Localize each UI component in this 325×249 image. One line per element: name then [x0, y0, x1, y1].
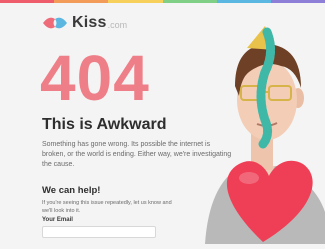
error-title: This is Awkward [42, 116, 167, 133]
topbar-segment [162, 0, 217, 3]
topbar-segment [0, 0, 55, 3]
help-heading: We can help! [42, 185, 101, 196]
topbar-segment [216, 0, 271, 3]
rainbow-top-bar [0, 0, 325, 3]
balloon-highlight [239, 172, 259, 184]
topbar-segment [54, 0, 109, 3]
brand-name: Kiss [72, 14, 107, 31]
topbar-segment [108, 0, 163, 3]
brand-tld: .com [107, 20, 128, 30]
brand-logo[interactable]: Kiss .com [42, 14, 127, 32]
kiss-logo-icon [42, 15, 68, 31]
topbar-segment [270, 0, 325, 3]
error-code: 404 [40, 42, 150, 114]
email-label: Your Email [42, 217, 73, 223]
email-input[interactable] [42, 226, 156, 238]
help-text: If you're seeing this issue repeatedly, … [42, 200, 172, 214]
hero-illustration [195, 16, 325, 244]
